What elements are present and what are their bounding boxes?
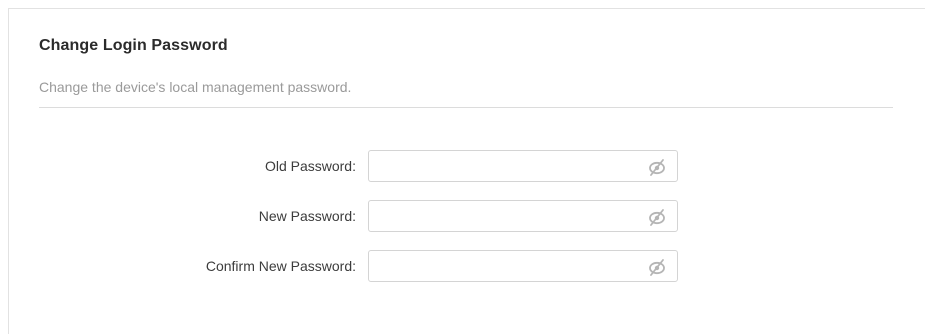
old-password-field[interactable] <box>368 150 678 182</box>
confirm-password-input[interactable] <box>369 251 639 281</box>
old-password-row: Old Password: <box>0 150 925 182</box>
section-divider <box>39 107 893 108</box>
hidden-eye-icon[interactable] <box>647 157 667 177</box>
hidden-eye-icon[interactable] <box>647 257 667 277</box>
new-password-input[interactable] <box>369 201 639 231</box>
confirm-password-row: Confirm New Password: <box>0 250 925 282</box>
confirm-password-field[interactable] <box>368 250 678 282</box>
hidden-eye-icon[interactable] <box>647 207 667 227</box>
old-password-input[interactable] <box>369 151 639 181</box>
new-password-field[interactable] <box>368 200 678 232</box>
old-password-label: Old Password: <box>264 158 356 174</box>
new-password-label: New Password: <box>258 208 356 224</box>
confirm-password-label: Confirm New Password: <box>205 258 356 274</box>
section-title: Change Login Password <box>39 37 228 54</box>
section-description: Change the device's local management pas… <box>39 79 352 95</box>
new-password-row: New Password: <box>0 200 925 232</box>
